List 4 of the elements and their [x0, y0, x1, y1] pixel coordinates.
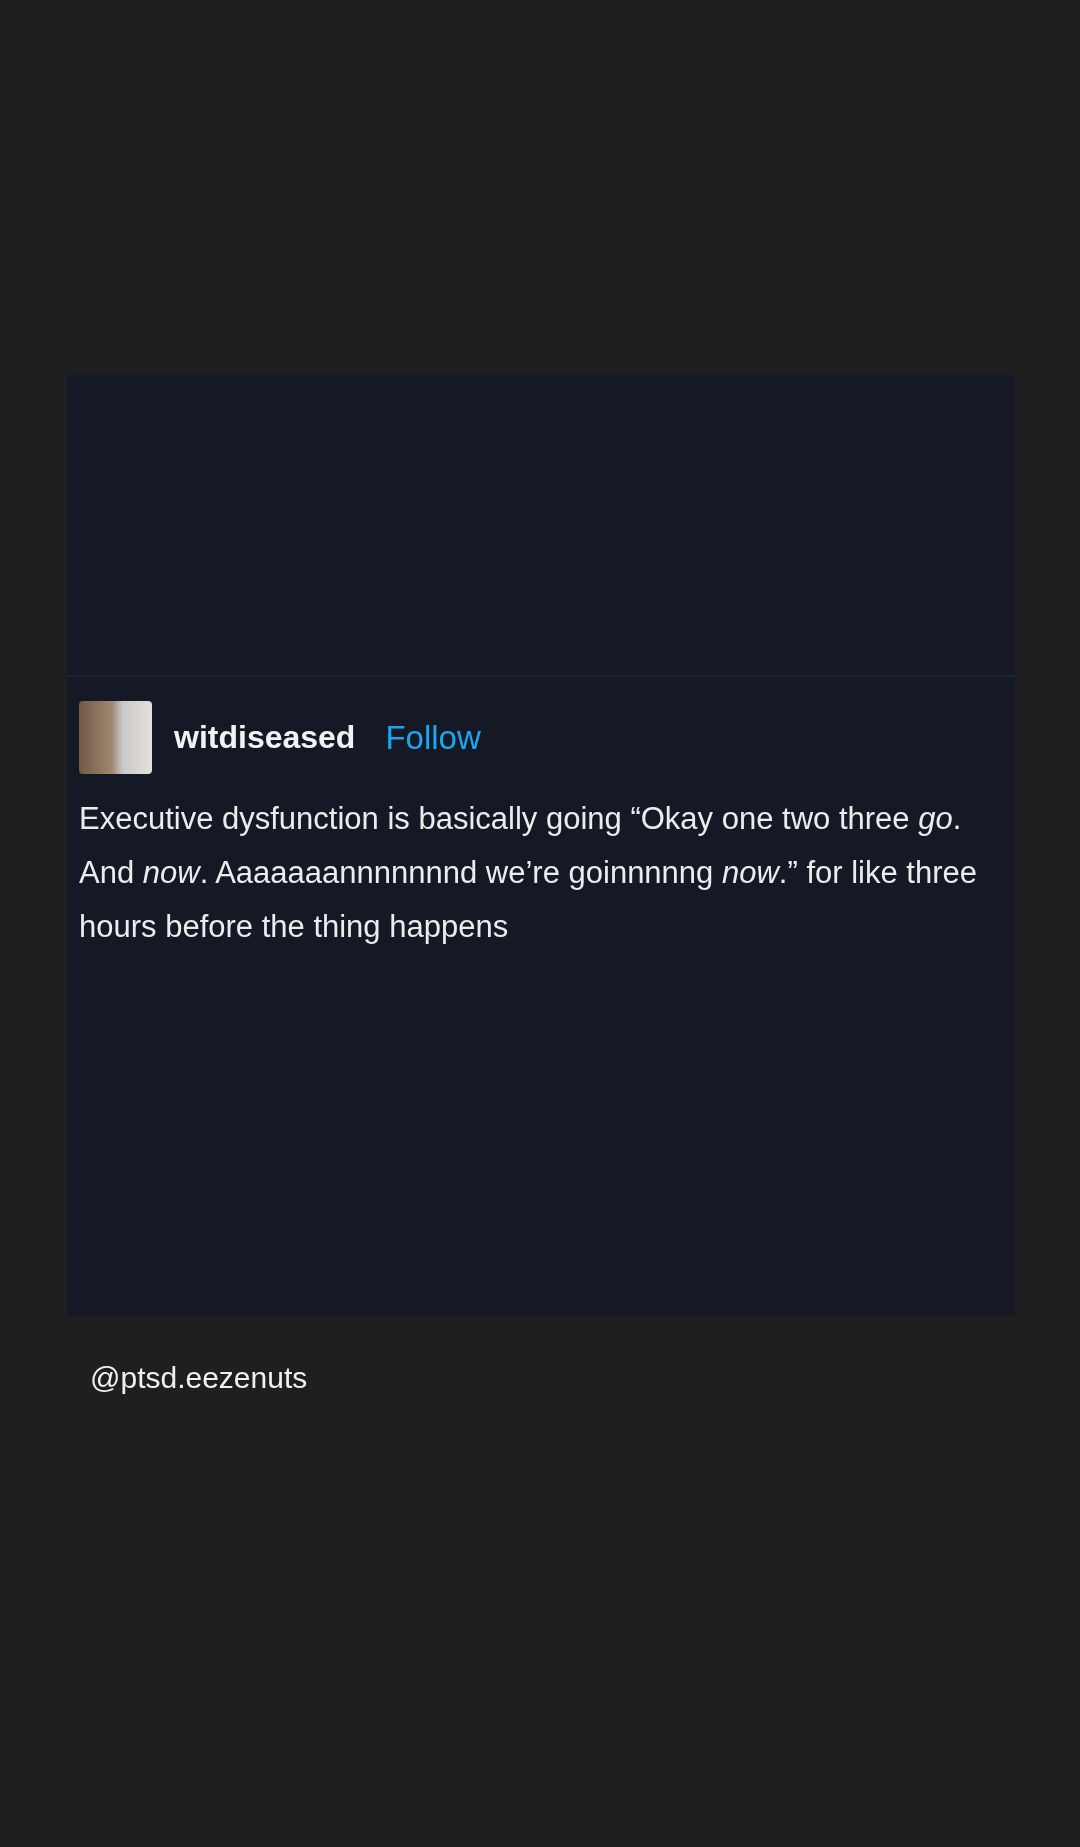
username[interactable]: witdiseased: [174, 719, 356, 756]
follow-button[interactable]: Follow: [385, 718, 481, 757]
caption: @ptsd.eezenuts: [90, 1361, 309, 1395]
post-text: Executive dysfunction is basically going “Okay one two three go. And now. Aaaaaaannnnnnnd we’re goinnnnng now.” for like three hours before the thing happens: [79, 800, 978, 946]
